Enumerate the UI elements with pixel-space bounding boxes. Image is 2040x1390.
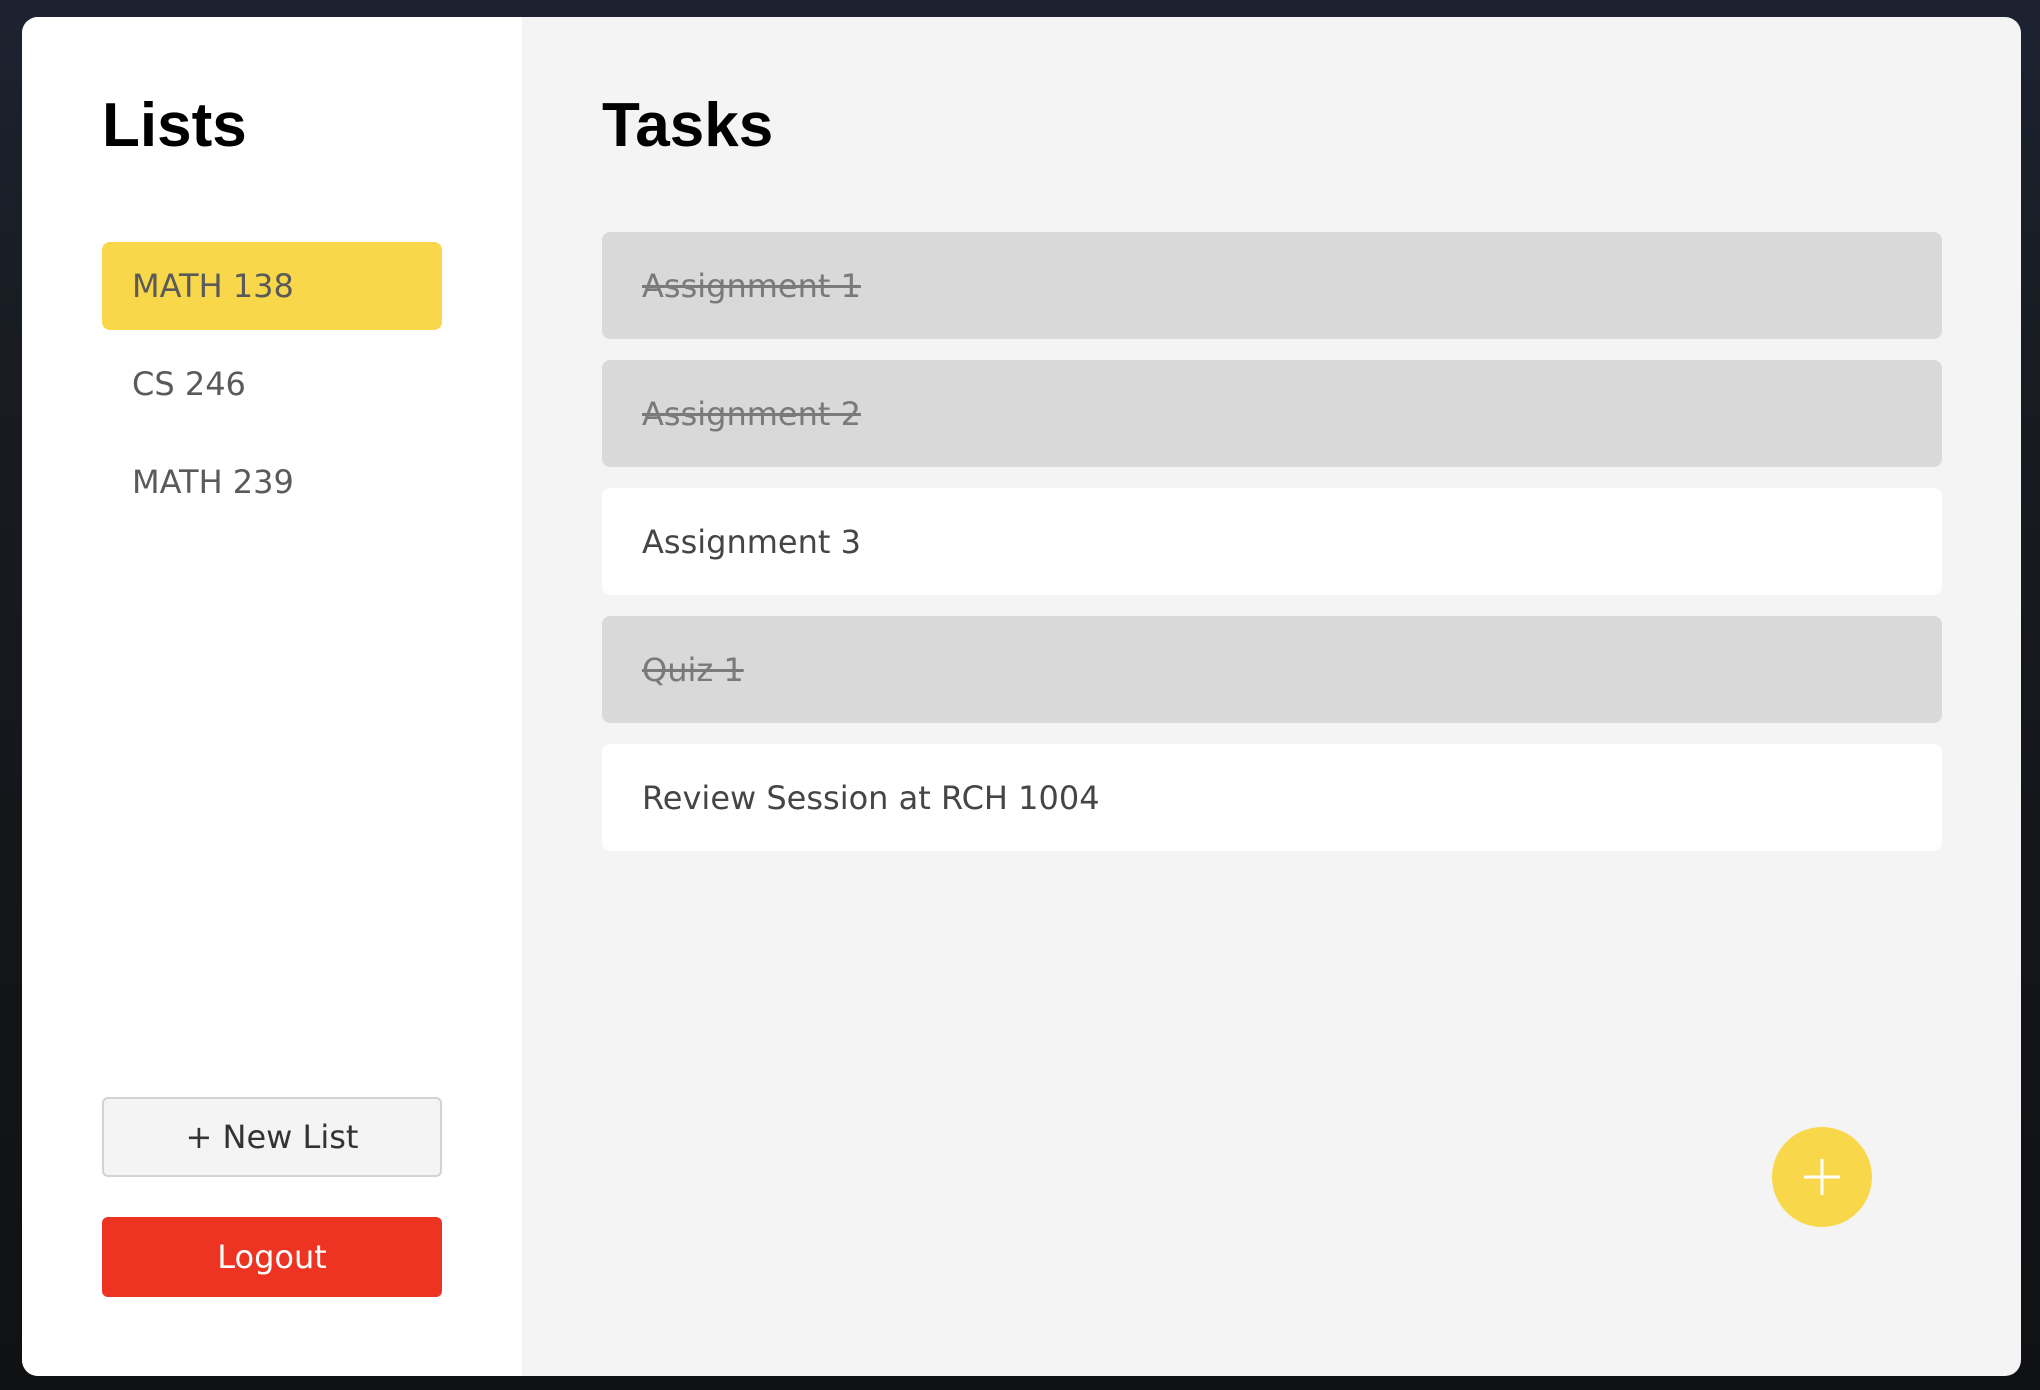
- task-row[interactable]: Assignment 3: [602, 488, 1942, 595]
- page-title: Tasks: [602, 91, 774, 160]
- task-list: Assignment 1 Assignment 2 Assignment 3 Q…: [602, 232, 1942, 872]
- task-label: Review Session at RCH 1004: [642, 778, 1100, 817]
- task-row[interactable]: Review Session at RCH 1004: [602, 744, 1942, 851]
- list-item-label: MATH 138: [132, 267, 294, 305]
- app-window: Lists MATH 138 CS 246 MATH 239 + New Lis…: [22, 17, 2021, 1376]
- task-row-completed[interactable]: Assignment 1: [602, 232, 1942, 339]
- sidebar-title: Lists: [102, 91, 247, 160]
- task-row-completed[interactable]: Quiz 1: [602, 616, 1942, 723]
- add-task-button[interactable]: [1772, 1127, 1872, 1227]
- task-label: Quiz 1: [642, 650, 744, 689]
- plus-icon: [1804, 1159, 1840, 1195]
- tasks-panel: Tasks Assignment 1 Assignment 2 Assignme…: [522, 17, 2021, 1376]
- list-nav: MATH 138 CS 246 MATH 239: [102, 242, 442, 536]
- task-label: Assignment 3: [642, 522, 861, 561]
- task-label: Assignment 2: [642, 394, 861, 433]
- list-item-cs-246[interactable]: CS 246: [102, 340, 442, 428]
- list-item-math-239[interactable]: MATH 239: [102, 438, 442, 526]
- sidebar: Lists MATH 138 CS 246 MATH 239 + New Lis…: [22, 17, 522, 1376]
- task-label: Assignment 1: [642, 266, 861, 305]
- list-item-label: CS 246: [132, 365, 246, 403]
- list-item-math-138[interactable]: MATH 138: [102, 242, 442, 330]
- new-list-button[interactable]: + New List: [102, 1097, 442, 1177]
- logout-button[interactable]: Logout: [102, 1217, 442, 1297]
- task-row-completed[interactable]: Assignment 2: [602, 360, 1942, 467]
- list-item-label: MATH 239: [132, 463, 294, 501]
